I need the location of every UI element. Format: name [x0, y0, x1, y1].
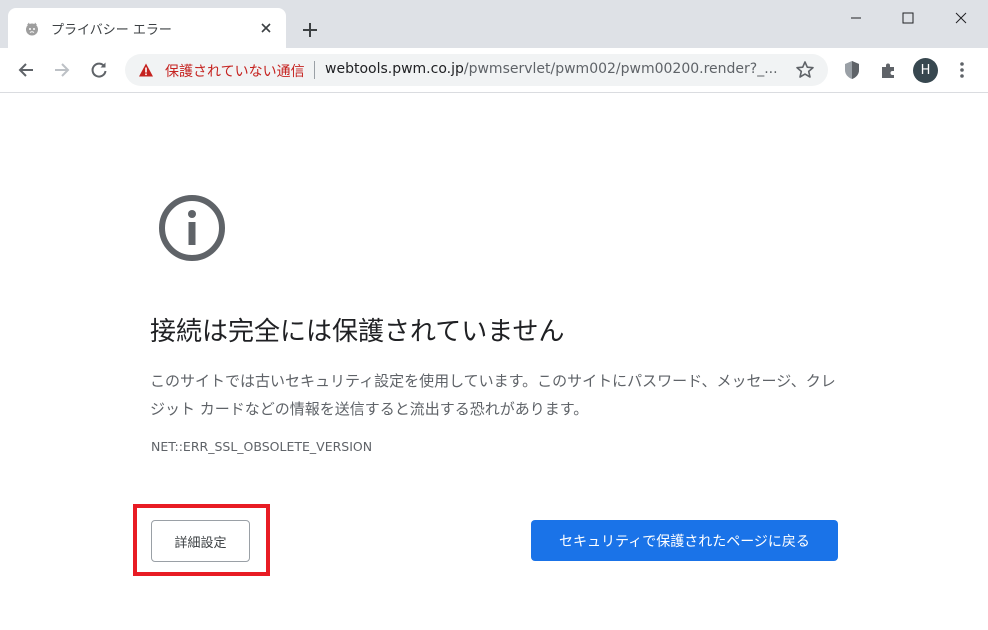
omnibox[interactable]: 保護されていない通信 webtools.pwm.co.jp/pwmservlet… — [125, 54, 828, 86]
url-host: webtools.pwm.co.jp — [325, 61, 464, 77]
omnibox-divider — [314, 61, 315, 79]
profile-avatar[interactable]: H — [913, 58, 938, 83]
warning-triangle-icon[interactable] — [138, 62, 154, 78]
star-icon[interactable] — [795, 60, 815, 80]
back-to-safety-button[interactable]: セキュリティで保護されたページに戻る — [531, 520, 838, 561]
tab-privacy-error[interactable]: プライバシー エラー — [8, 8, 286, 48]
arrow-left-icon[interactable] — [15, 59, 37, 81]
minimize-icon[interactable] — [846, 8, 866, 28]
url-text[interactable]: webtools.pwm.co.jp/pwmservlet/pwm002/pwm… — [325, 61, 778, 77]
tab-strip: プライバシー エラー — [0, 0, 988, 48]
advanced-details-button[interactable]: 詳細設定 — [151, 520, 250, 562]
close-icon[interactable] — [258, 20, 274, 36]
toolbar: 保護されていない通信 webtools.pwm.co.jp/pwmservlet… — [0, 48, 988, 93]
error-description: このサイトでは古いセキュリティ設定を使用しています。このサイトにパスワード、メッ… — [150, 372, 836, 418]
interstitial-page: 接続は完全には保護されていません このサイトでは古いセキュリティ設定を使用してい… — [0, 93, 988, 630]
maximize-icon[interactable] — [898, 8, 918, 28]
error-code: NET::ERR_SSL_OBSOLETE_VERSION — [151, 439, 373, 454]
shield-icon[interactable] — [841, 59, 863, 81]
arrow-right-icon[interactable] — [51, 59, 73, 81]
tab-title: プライバシー エラー — [51, 23, 172, 38]
page-title: 接続は完全には保護されていません — [150, 317, 565, 347]
puzzle-icon[interactable] — [878, 59, 900, 81]
info-circle-icon — [159, 195, 225, 261]
url-path: /pwmservlet/pwm002/pwm00200.render?_... — [463, 61, 778, 77]
browser-window: プライバシー エラー 保護されていない通信 webtools.pwm.co.jp… — [0, 0, 988, 630]
warning-face-icon — [26, 22, 38, 36]
security-status-label[interactable]: 保護されていない通信 — [165, 61, 305, 81]
plus-icon[interactable] — [300, 20, 320, 40]
kebab-menu-icon[interactable] — [951, 59, 973, 81]
reload-icon[interactable] — [88, 59, 110, 81]
close-window-icon[interactable] — [951, 8, 971, 28]
